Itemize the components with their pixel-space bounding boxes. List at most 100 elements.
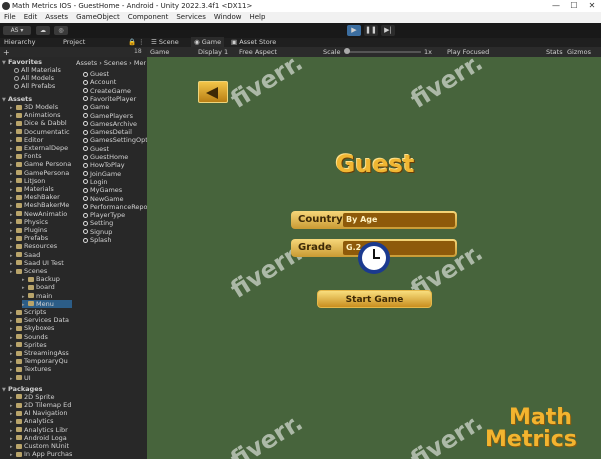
asset-folder[interactable]: ▸ MeshBaker	[10, 193, 72, 201]
asset-folder[interactable]: ▸ Scripts	[10, 308, 72, 316]
asset-folder[interactable]: ▸ Game Persona	[10, 160, 72, 168]
cloud-icon[interactable]: ☁	[36, 26, 50, 35]
asset-folder[interactable]: ▸ Plugins	[10, 226, 72, 234]
asset-folder[interactable]: ▸ MeshBakerMe	[10, 201, 72, 209]
favorite-item[interactable]: All Prefabs	[14, 82, 55, 90]
menu-assets[interactable]: Assets	[41, 12, 72, 23]
asset-folder[interactable]: ▸ Scenes	[10, 267, 72, 275]
package-folder[interactable]: ▸ Android Loga	[10, 434, 72, 442]
favorite-item[interactable]: All Materials	[14, 66, 61, 74]
menu-gameobject[interactable]: GameObject	[72, 12, 124, 23]
breadcrumb-assets[interactable]: Assets	[76, 59, 97, 67]
menu-help[interactable]: Help	[245, 12, 269, 23]
scene-asset[interactable]: Signup	[83, 228, 147, 236]
asset-folder[interactable]: ▸ Skyboxes	[10, 324, 72, 332]
asset-folder[interactable]: ▸ Textures	[10, 365, 72, 373]
account-dropdown[interactable]: AS ▾	[3, 26, 31, 35]
scene-asset[interactable]: Guest	[83, 145, 147, 153]
tab-hierarchy[interactable]: Hierarchy	[4, 38, 35, 47]
step-button[interactable]: ▶|	[381, 25, 395, 36]
packages-header[interactable]: ▼ Packages	[2, 385, 42, 393]
asset-folder[interactable]: ▸ Saad UI Test	[10, 259, 72, 267]
favorites-header[interactable]: ▼ Favorites	[2, 58, 42, 66]
asset-folder[interactable]: ▸ Documentatic	[10, 128, 72, 136]
aspect-dropdown[interactable]: Free Aspect	[239, 47, 277, 57]
game-mode-dropdown[interactable]: Game	[150, 47, 169, 57]
package-folder[interactable]: ▸ Analytics Libr	[10, 426, 72, 434]
asset-folder[interactable]: ▸ Physics	[10, 218, 72, 226]
asset-folder[interactable]: ▸ Services Data	[10, 316, 72, 324]
add-icon[interactable]: +	[3, 48, 10, 57]
country-field[interactable]: Country By Age	[291, 211, 457, 229]
stats-button[interactable]: Stats	[546, 47, 563, 57]
assets-header[interactable]: ▼ Assets	[2, 95, 32, 103]
scene-asset[interactable]: Login	[83, 178, 147, 186]
asset-folder[interactable]: ▸ board	[22, 283, 72, 291]
play-button[interactable]: ▶	[347, 25, 361, 36]
menu-edit[interactable]: Edit	[20, 12, 42, 23]
asset-folder[interactable]: ▸ GamePersona	[10, 169, 72, 177]
asset-folder[interactable]: ▸ UI	[10, 374, 72, 382]
package-folder[interactable]: ▸ Custom NUnit	[10, 442, 72, 450]
tab-asset-store[interactable]: ▣ Asset Store	[231, 37, 276, 47]
start-game-button[interactable]: Start Game	[317, 290, 432, 308]
asset-folder[interactable]: ▸ NewAnimatio	[10, 210, 72, 218]
menu-window[interactable]: Window	[210, 12, 246, 23]
scene-asset[interactable]: Setting	[83, 219, 147, 227]
asset-folder[interactable]: ▸ Editor	[10, 136, 72, 144]
scene-asset[interactable]: JoinGame	[83, 170, 147, 178]
scale-slider[interactable]	[345, 51, 421, 53]
package-folder[interactable]: ▸ Analytics	[10, 417, 72, 425]
scene-asset[interactable]: NewGame	[83, 195, 147, 203]
asset-folder[interactable]: ▸ Animations	[10, 111, 72, 119]
scene-asset[interactable]: GamesArchive	[83, 120, 147, 128]
package-folder[interactable]: ▸In App Purchasing	[10, 450, 72, 458]
asset-folder[interactable]: ▸ LitJson	[10, 177, 72, 185]
asset-folder[interactable]: ▸ Fonts	[10, 152, 72, 160]
play-focused-dropdown[interactable]: Play Focused	[447, 47, 489, 57]
maximize-button[interactable]: ☐	[565, 0, 583, 12]
minimize-button[interactable]: —	[547, 0, 565, 12]
asset-folder[interactable]: ▸ Sounds	[10, 333, 72, 341]
scale-slider-handle[interactable]	[344, 48, 350, 54]
asset-folder[interactable]: ▸ Sprites	[10, 341, 72, 349]
display-dropdown[interactable]: Display 1	[198, 47, 228, 57]
scene-asset[interactable]: Splash	[83, 236, 147, 244]
scene-asset[interactable]: PlayerType	[83, 211, 147, 219]
scene-asset[interactable]: GamesDetail	[83, 128, 147, 136]
asset-folder[interactable]: ▸ Saad	[10, 251, 72, 259]
scene-asset[interactable]: Game	[83, 103, 147, 111]
scene-asset[interactable]: GuestHome	[83, 153, 147, 161]
asset-folder[interactable]: ▸ Prefabs	[10, 234, 72, 242]
scene-asset[interactable]: HowToPlay	[83, 161, 147, 169]
asset-folder[interactable]: ▸ Resources	[10, 242, 72, 250]
menu-component[interactable]: Component	[124, 12, 173, 23]
package-folder[interactable]: ▸ 2D Sprite	[10, 393, 72, 401]
tab-project[interactable]: Project	[63, 38, 85, 47]
lock-icon[interactable]: 🔒	[128, 38, 136, 47]
scene-asset[interactable]: FavoritePlayer	[83, 95, 147, 103]
scene-asset[interactable]: PerformanceRepo	[83, 203, 147, 211]
package-folder[interactable]: ▸ AI Navigation	[10, 409, 72, 417]
back-button[interactable]	[198, 81, 228, 103]
tab-scene[interactable]: ☰ Scene	[151, 37, 179, 47]
close-button[interactable]: ✕	[583, 0, 601, 12]
scene-asset[interactable]: Guest	[83, 70, 147, 78]
asset-folder[interactable]: ▸ StreamingAss	[10, 349, 72, 357]
more-menu-icon[interactable]: ⋮	[138, 38, 145, 47]
scene-asset[interactable]: CreateGame	[83, 87, 147, 95]
asset-folder[interactable]: ▸ ExternalDepe	[10, 144, 72, 152]
asset-folder[interactable]: ▸ TemporaryQu	[10, 357, 72, 365]
asset-folder[interactable]: ▸ 3D Models	[10, 103, 72, 111]
scene-asset[interactable]: GamePlayers	[83, 112, 147, 120]
menu-file[interactable]: File	[0, 12, 20, 23]
scene-asset[interactable]: MyGames	[83, 186, 147, 194]
asset-folder[interactable]: ▸ main	[22, 292, 72, 300]
package-folder[interactable]: ▸ 2D Tilemap Ed	[10, 401, 72, 409]
tab-game[interactable]: ◉ Game	[191, 37, 225, 47]
favorite-item[interactable]: All Models	[14, 74, 54, 82]
breadcrumb-menu[interactable]: Menu	[134, 59, 146, 67]
scene-asset[interactable]: Account	[83, 78, 147, 86]
asset-folder[interactable]: ▸ Backup	[22, 275, 72, 283]
menu-services[interactable]: Services	[172, 12, 210, 23]
